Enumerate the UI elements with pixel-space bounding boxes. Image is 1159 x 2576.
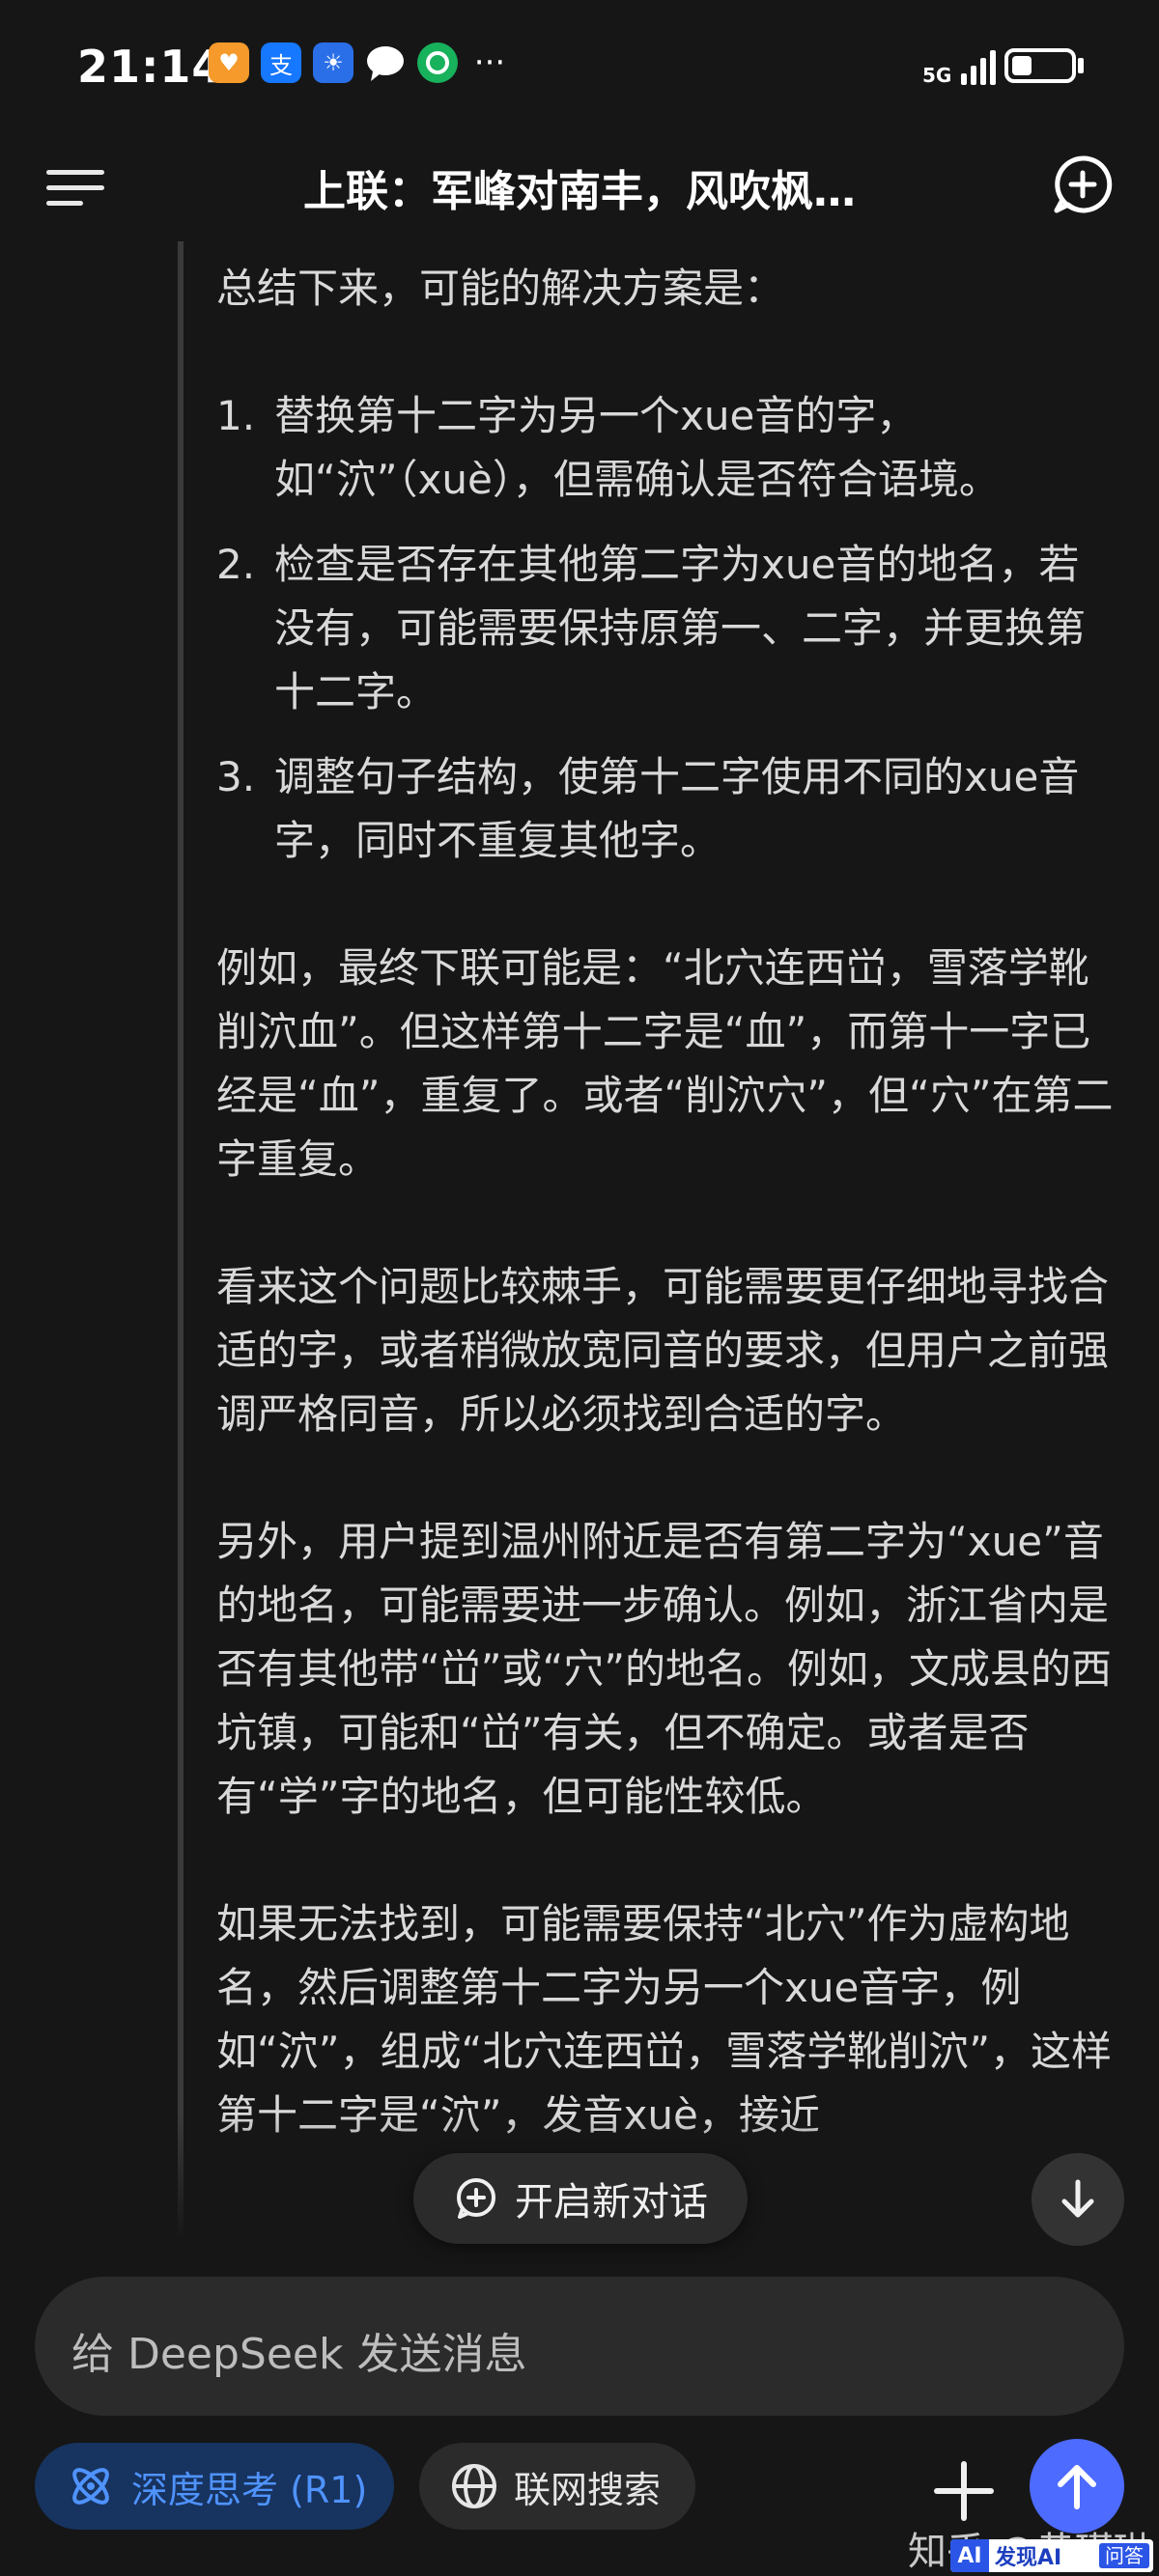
- list-item: 2. 检查是否存在其他第二字为xue音的地名，若没有，可能需要保持原第一、二字，并…: [216, 541, 1087, 715]
- alipay-icon: 支: [261, 42, 301, 83]
- more-notifications-icon: ···: [473, 43, 506, 82]
- weather-icon: ☀: [313, 42, 353, 83]
- paragraph: 例如，最终下联可能是：“北穴连西峃，雪落学靴削泬血”。但这样第十二字是“血”，而…: [216, 944, 1114, 1183]
- atom-icon: [72, 2468, 109, 2505]
- web-search-label: 联网搜索: [514, 2468, 662, 2511]
- new-chat-button[interactable]: 开启新对话: [413, 2153, 748, 2244]
- paragraph: 如果无法找到，可能需要保持“北穴”作为虚构地名，然后调整第十二字为另一个xue音…: [216, 1900, 1113, 2139]
- thinking-text: 总结下来，可能的解决方案是： 1. 替换第十二字为另一个xue音的字，如“泬”（x…: [216, 257, 1115, 2211]
- intro-paragraph: 总结下来，可能的解决方案是：: [216, 265, 785, 312]
- notification-icons: ♥ 支 ☀ ···: [209, 42, 510, 83]
- site-logo: AI: [950, 2539, 989, 2572]
- globe-icon: [452, 2464, 496, 2508]
- battery-cap: [1078, 58, 1084, 73]
- paragraph: 看来这个问题比较棘手，可能需要更仔细地寻找合适的字，或者稍微放宽同音的要求，但用…: [216, 1263, 1110, 1438]
- plus-icon: [934, 2461, 994, 2521]
- taobao-icon: ♥: [209, 42, 249, 83]
- site-watermark: AI 发现AI 问答: [950, 2539, 1153, 2572]
- menu-icon[interactable]: [46, 164, 104, 212]
- deep-think-label: 深度思考 (R1): [131, 2468, 368, 2511]
- site-name: 发现AI: [995, 2546, 1062, 2570]
- chat-header: 上联：军峰对南丰，风吹枫…: [0, 135, 1159, 241]
- list-item: 3. 调整句子结构，使第十二字使用不同的xue音字，同时不重复其他字。: [216, 753, 1080, 864]
- chat-bubble-icon: [365, 42, 406, 83]
- status-bar: 21:14 ♥ 支 ☀ ··· 5G: [0, 0, 1159, 135]
- new-chat-label: 开启新对话: [515, 2180, 708, 2225]
- page-title: 上联：军峰对南丰，风吹枫…: [303, 167, 856, 216]
- paragraph: 另外，用户提到温州附近是否有第二字为“xue”音的地名，可能需要进一步确认。例如…: [216, 1518, 1113, 1820]
- solution-list: 1. 替换第十二字为另一个xue音的字，如“泬”（xuè），但需确认是否符合语境。…: [216, 384, 1115, 873]
- add-attachment-button[interactable]: [925, 2452, 1003, 2530]
- site-ask: 问答: [1099, 2543, 1149, 2568]
- web-search-button[interactable]: 联网搜索: [419, 2443, 695, 2530]
- thinking-content: 总结下来，可能的解决方案是： 1. 替换第十二字为另一个xue音的字，如“泬”（x…: [0, 241, 1159, 2240]
- list-item: 1. 替换第十二字为另一个xue音的字，如“泬”（xuè），但需确认是否符合语境。: [216, 392, 1000, 503]
- thinking-quote-line: [178, 241, 184, 2240]
- signal-icon: 5G: [922, 42, 997, 87]
- network-type: 5G: [922, 64, 952, 87]
- message-placeholder: 给 DeepSeek 发送消息: [71, 2330, 527, 2379]
- status-time: 21:14: [77, 41, 224, 93]
- arrow-down-icon: [1061, 2179, 1094, 2218]
- message-input[interactable]: 给 DeepSeek 发送消息: [35, 2277, 1124, 2416]
- arrow-up-icon: [1058, 2465, 1096, 2509]
- scroll-down-button[interactable]: [1032, 2153, 1124, 2246]
- wechat-pay-icon: [417, 42, 458, 83]
- deep-think-button[interactable]: 深度思考 (R1): [35, 2443, 394, 2530]
- new-chat-icon[interactable]: [1053, 154, 1113, 214]
- battery-icon: [1004, 48, 1076, 83]
- new-chat-pill-icon: [457, 2178, 495, 2219]
